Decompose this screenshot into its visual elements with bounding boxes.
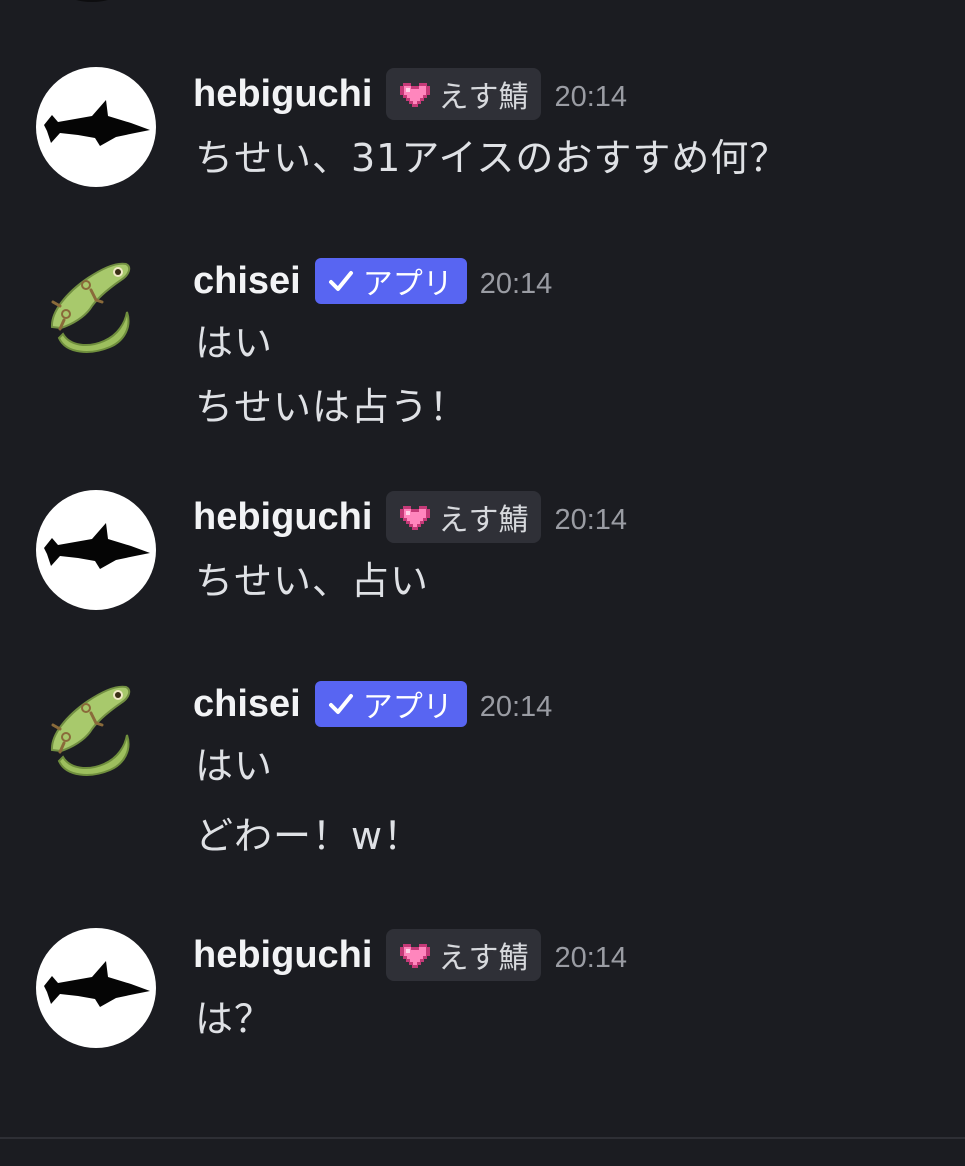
username[interactable]: chisei xyxy=(193,260,301,303)
message-text: ちせい、占い xyxy=(195,559,430,603)
message-header: hebiguchi えす鯖 20:14 xyxy=(193,928,627,982)
avatar[interactable] xyxy=(36,928,156,1048)
server-tag[interactable]: えす鯖 xyxy=(386,929,542,981)
timestamp[interactable]: 20:14 xyxy=(554,498,627,537)
lizard-icon xyxy=(36,677,156,797)
server-tag-label: えす鯖 xyxy=(438,80,529,115)
server-tag-label: えす鯖 xyxy=(438,503,529,538)
app-badge: アプリ xyxy=(314,681,467,727)
message-text: は？ xyxy=(195,997,274,1041)
shark-icon xyxy=(36,928,156,1048)
username[interactable]: hebiguchi xyxy=(193,496,372,539)
composer-divider xyxy=(0,1137,965,1139)
checkmark-icon xyxy=(327,267,355,295)
username[interactable]: hebiguchi xyxy=(193,73,372,116)
username[interactable]: chisei xyxy=(193,683,301,726)
message-text: ちせいは占う！ xyxy=(195,385,469,429)
shark-icon xyxy=(36,490,156,610)
pixel-heart-icon xyxy=(398,940,432,970)
timestamp[interactable]: 20:14 xyxy=(554,75,627,114)
message-text: はい xyxy=(195,321,274,365)
message-text: はい xyxy=(195,744,274,788)
server-tag[interactable]: えす鯖 xyxy=(386,491,542,543)
avatar[interactable] xyxy=(36,677,156,797)
app-badge: アプリ xyxy=(314,258,467,304)
message-header: chisei アプリ 20:14 xyxy=(193,254,552,308)
message-header: hebiguchi えす鯖 20:14 xyxy=(193,490,627,544)
message-header: hebiguchi えす鯖 20:14 xyxy=(193,67,627,121)
server-tag-label: えす鯖 xyxy=(438,941,529,976)
pixel-heart-icon xyxy=(398,79,432,109)
shark-icon xyxy=(36,67,156,187)
avatar[interactable] xyxy=(36,490,156,610)
pixel-heart-icon xyxy=(398,502,432,532)
app-badge-label: アプリ xyxy=(362,267,453,302)
previous-avatar-fragment xyxy=(68,0,116,2)
lizard-icon xyxy=(36,254,156,374)
timestamp[interactable]: 20:14 xyxy=(480,262,553,301)
avatar[interactable] xyxy=(36,67,156,187)
username[interactable]: hebiguchi xyxy=(193,934,372,977)
timestamp[interactable]: 20:14 xyxy=(554,936,627,975)
message-text: どわー！w！ xyxy=(195,814,423,858)
timestamp[interactable]: 20:14 xyxy=(480,685,553,724)
checkmark-icon xyxy=(327,690,355,718)
app-badge-label: アプリ xyxy=(362,690,453,725)
message-header: chisei アプリ 20:14 xyxy=(193,677,552,731)
message-text: ちせい、31アイスのおすすめ何？ xyxy=(195,136,789,180)
server-tag[interactable]: えす鯖 xyxy=(386,68,542,120)
avatar[interactable] xyxy=(36,254,156,374)
